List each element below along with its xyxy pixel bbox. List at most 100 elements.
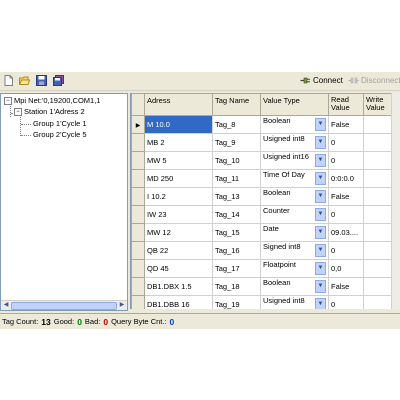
tree-node-group[interactable]: Group 2'Cycle 5 <box>33 130 87 139</box>
tree-horizontal-scrollbar[interactable]: ◀ ▶ <box>1 300 127 310</box>
table-row[interactable]: MD 250 Tag_11 Time Of Day ▼ 0:0:0.0 <box>131 169 400 188</box>
value-type-cell[interactable]: Floatpoint ▼ <box>260 259 329 278</box>
row-header[interactable]: ▶ <box>131 115 145 134</box>
tag-name-cell[interactable]: Tag_18 <box>212 277 261 296</box>
value-type-cell[interactable]: Counter ▼ <box>260 205 329 224</box>
dropdown-arrow-icon[interactable]: ▼ <box>315 280 326 293</box>
row-header[interactable] <box>131 277 145 296</box>
address-cell[interactable]: I 10.2 <box>144 187 213 206</box>
tag-name-cell[interactable]: Tag_15 <box>212 223 261 242</box>
address-cell[interactable]: MD 250 <box>144 169 213 188</box>
table-row[interactable]: QB 22 Tag_16 Signed int8 ▼ 0 <box>131 241 400 260</box>
row-header[interactable] <box>131 205 145 224</box>
row-header[interactable] <box>131 169 145 188</box>
read-value-cell[interactable]: 0,0 <box>328 259 364 278</box>
read-value-cell[interactable]: 0 <box>328 133 364 152</box>
table-row[interactable]: I 10.2 Tag_13 Boolean ▼ False <box>131 187 400 206</box>
value-type-cell[interactable]: Signed int8 ▼ <box>260 241 329 260</box>
table-row[interactable]: MB 2 Tag_9 Usigned int8 ▼ 0 <box>131 133 400 152</box>
row-header[interactable] <box>131 187 145 206</box>
column-header-tag-name[interactable]: Tag Name <box>212 93 261 116</box>
value-type-cell[interactable]: Time Of Day ▼ <box>260 169 329 188</box>
read-value-cell[interactable]: False <box>328 187 364 206</box>
read-value-cell[interactable]: 0 <box>328 151 364 170</box>
collapse-icon[interactable]: − <box>4 96 12 105</box>
address-cell[interactable]: QB 22 <box>144 241 213 260</box>
tag-name-cell[interactable]: Tag_17 <box>212 259 261 278</box>
network-tree[interactable]: − Mpi Net:'0,19200,COM1,1 − Station 1'Ad… <box>0 93 128 311</box>
read-value-cell[interactable]: 0 <box>328 295 364 309</box>
table-row[interactable]: DB1.DBB 16 Tag_19 Usigned int8 ▼ 0 <box>131 295 400 309</box>
value-type-cell[interactable]: Usigned int8 ▼ <box>260 295 329 309</box>
address-cell[interactable]: M 10.0 <box>144 115 213 134</box>
table-row[interactable]: QD 45 Tag_17 Floatpoint ▼ 0,0 <box>131 259 400 278</box>
address-cell[interactable]: DB1.DBX 1.5 <box>144 277 213 296</box>
table-row[interactable]: MW 5 Tag_10 Usigned int16 ▼ 0 <box>131 151 400 170</box>
row-header[interactable] <box>131 295 145 309</box>
value-type-cell[interactable]: Usigned int8 ▼ <box>260 133 329 152</box>
table-row[interactable]: IW 23 Tag_14 Counter ▼ 0 <box>131 205 400 224</box>
tag-name-cell[interactable]: Tag_14 <box>212 205 261 224</box>
tree-node-group[interactable]: Group 1'Cycle 1 <box>33 119 87 128</box>
app-window: Connect Disconnect − Mpi Net:'0,19200,CO… <box>0 72 400 329</box>
row-header[interactable] <box>131 133 145 152</box>
value-type-cell[interactable]: Usigned int16 ▼ <box>260 151 329 170</box>
tag-name-cell[interactable]: Tag_19 <box>212 295 261 309</box>
read-value-cell[interactable]: False <box>328 277 364 296</box>
read-value-cell[interactable]: False <box>328 115 364 134</box>
address-cell[interactable]: QD 45 <box>144 259 213 278</box>
column-header-value-type[interactable]: Value Type <box>260 93 329 116</box>
tag-name-cell[interactable]: Tag_8 <box>212 115 261 134</box>
tag-name-cell[interactable]: Tag_11 <box>212 169 261 188</box>
save-all-icon[interactable] <box>53 75 64 86</box>
value-type-cell[interactable]: Boolean ▼ <box>260 187 329 206</box>
address-cell[interactable]: MW 5 <box>144 151 213 170</box>
dropdown-arrow-icon[interactable]: ▼ <box>315 190 326 203</box>
address-cell[interactable]: DB1.DBB 16 <box>144 295 213 309</box>
tree-node-network[interactable]: − Mpi Net:'0,19200,COM1,1 <box>4 96 100 105</box>
table-row[interactable]: MW 12 Tag_15 Date ▼ 09.03.... <box>131 223 400 242</box>
column-header-read-value[interactable]: Read Value <box>328 93 364 116</box>
dropdown-arrow-icon[interactable]: ▼ <box>315 244 326 257</box>
open-folder-icon[interactable] <box>19 75 30 86</box>
dropdown-arrow-icon[interactable]: ▼ <box>315 154 326 167</box>
dropdown-arrow-icon[interactable]: ▼ <box>315 136 326 149</box>
dropdown-arrow-icon[interactable]: ▼ <box>315 172 326 185</box>
address-cell[interactable]: MW 12 <box>144 223 213 242</box>
row-header[interactable] <box>131 223 145 242</box>
dropdown-arrow-icon[interactable]: ▼ <box>315 208 326 221</box>
value-type-cell[interactable]: Boolean ▼ <box>260 115 329 134</box>
address-cell[interactable]: MB 2 <box>144 133 213 152</box>
dropdown-arrow-icon[interactable]: ▼ <box>315 262 326 275</box>
connect-button[interactable]: Connect <box>300 76 343 85</box>
dropdown-arrow-icon[interactable]: ▼ <box>315 118 326 131</box>
column-header-address[interactable]: Adress <box>144 93 213 116</box>
new-file-icon[interactable] <box>3 75 14 86</box>
value-type-cell[interactable]: Boolean ▼ <box>260 277 329 296</box>
table-row[interactable]: DB1.DBX 1.5 Tag_18 Boolean ▼ False <box>131 277 400 296</box>
scroll-left-icon[interactable]: ◀ <box>2 302 10 309</box>
read-value-cell[interactable]: 0 <box>328 205 364 224</box>
value-type-cell[interactable]: Date ▼ <box>260 223 329 242</box>
row-header[interactable] <box>131 151 145 170</box>
disconnect-button[interactable]: Disconnect <box>348 76 400 85</box>
tag-name-cell[interactable]: Tag_16 <box>212 241 261 260</box>
scroll-right-icon[interactable]: ▶ <box>118 302 126 309</box>
dropdown-arrow-icon[interactable]: ▼ <box>315 226 326 239</box>
table-row[interactable]: ▶ M 10.0 Tag_8 Boolean ▼ False <box>131 115 400 134</box>
tag-name-cell[interactable]: Tag_10 <box>212 151 261 170</box>
collapse-icon[interactable]: − <box>14 107 22 116</box>
row-header[interactable] <box>131 241 145 260</box>
save-icon[interactable] <box>36 75 47 86</box>
read-value-cell[interactable]: 0:0:0.0 <box>328 169 364 188</box>
row-header[interactable] <box>131 259 145 278</box>
address-cell[interactable]: IW 23 <box>144 205 213 224</box>
tag-name-cell[interactable]: Tag_9 <box>212 133 261 152</box>
tree-node-station[interactable]: − Station 1'Adress 2 <box>14 107 85 116</box>
dropdown-arrow-icon[interactable]: ▼ <box>315 298 326 309</box>
tag-name-cell[interactable]: Tag_13 <box>212 187 261 206</box>
grid-vertical-scrollbar[interactable] <box>391 93 400 309</box>
scrollbar-thumb[interactable] <box>11 302 117 310</box>
read-value-cell[interactable]: 09.03.... <box>328 223 364 242</box>
read-value-cell[interactable]: 0 <box>328 241 364 260</box>
